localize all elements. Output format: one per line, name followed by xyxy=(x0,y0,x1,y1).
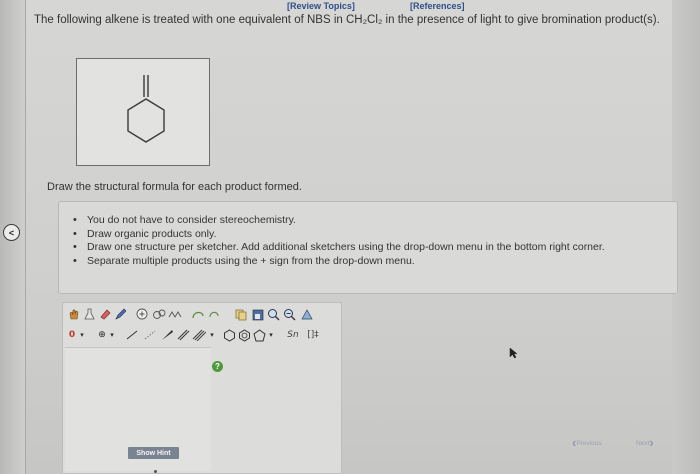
plus-charge-button[interactable]: ⊕ xyxy=(96,328,108,342)
zoom-out-magnifier-icon[interactable] xyxy=(283,307,297,321)
flask-icon[interactable] xyxy=(83,307,95,321)
ring-template-icon[interactable] xyxy=(152,307,166,321)
chevron-down-icon[interactable]: ▾ xyxy=(267,328,275,342)
cyclohexane-icon[interactable] xyxy=(223,328,236,342)
structure-sketcher[interactable]: 0 ▾ ⊕ ▾ ▾ ▾ Sn []‡ xyxy=(62,302,342,474)
hashed-bond-icon[interactable] xyxy=(143,328,157,342)
copy-icon[interactable] xyxy=(234,307,248,321)
hint-item: You do not have to consider stereochemis… xyxy=(73,214,673,228)
zoom-in-magnifier-icon[interactable] xyxy=(267,307,281,321)
previous-button[interactable]: ‹ Previous xyxy=(572,436,602,450)
benzene-icon[interactable] xyxy=(238,328,251,342)
sketcher-toolbar-top xyxy=(63,307,343,323)
hint-item: Draw organic products only. xyxy=(73,228,673,242)
triple-bond-icon[interactable] xyxy=(192,328,206,342)
chevron-down-icon[interactable]: ▾ xyxy=(208,328,216,342)
bracket-tool-button[interactable]: []‡ xyxy=(304,328,322,342)
paste-icon[interactable] xyxy=(251,307,265,321)
chevron-down-icon[interactable]: ▾ xyxy=(78,328,86,342)
rotate-icon[interactable] xyxy=(207,307,221,321)
canvas-marker xyxy=(154,470,157,473)
next-button[interactable]: Next › xyxy=(636,436,654,450)
hand-icon[interactable] xyxy=(67,307,79,321)
methylenecyclohexane-drawing xyxy=(127,75,165,143)
hints-panel: You do not have to consider stereochemis… xyxy=(58,201,678,294)
next-label: Next xyxy=(636,439,650,447)
cyclopentane-icon[interactable] xyxy=(253,328,266,342)
lasso-icon[interactable] xyxy=(191,307,205,321)
pencil-icon[interactable] xyxy=(114,307,126,321)
chain-template-icon[interactable] xyxy=(168,307,182,321)
single-bond-icon[interactable] xyxy=(125,328,139,342)
instruction-text: Draw the structural formula for each pro… xyxy=(47,181,302,193)
previous-label: Previous xyxy=(576,439,602,447)
question-text: The following alkene is treated with one… xyxy=(34,14,660,26)
show-hint-button[interactable]: Show Hint xyxy=(128,447,179,459)
help-icon[interactable]: ? xyxy=(212,361,223,372)
molecule-structure xyxy=(76,58,210,166)
clean-structure-icon[interactable] xyxy=(300,307,314,321)
review-topics-link[interactable]: [Review Topics] xyxy=(287,1,355,11)
wedge-bond-icon[interactable] xyxy=(160,328,174,342)
cursor-icon xyxy=(509,347,518,359)
template-menu-button[interactable]: Sn xyxy=(284,328,302,342)
chevron-right-icon: › xyxy=(649,435,654,450)
double-bond-icon[interactable] xyxy=(176,328,190,342)
zoom-in-icon[interactable] xyxy=(135,307,149,321)
sketcher-toolbar-bottom: 0 ▾ ⊕ ▾ ▾ ▾ Sn []‡ xyxy=(63,328,343,344)
references-link[interactable]: [References] xyxy=(410,1,465,11)
back-icon[interactable]: < xyxy=(3,224,20,241)
eraser-icon[interactable] xyxy=(98,307,112,321)
charge-selector[interactable]: 0 xyxy=(67,328,77,342)
top-links: [Review Topics] [References] xyxy=(0,1,700,13)
hint-item: Separate multiple products using the + s… xyxy=(73,255,673,269)
hint-item: Draw one structure per sketcher. Add add… xyxy=(73,241,673,255)
chevron-down-icon[interactable]: ▾ xyxy=(108,328,116,342)
